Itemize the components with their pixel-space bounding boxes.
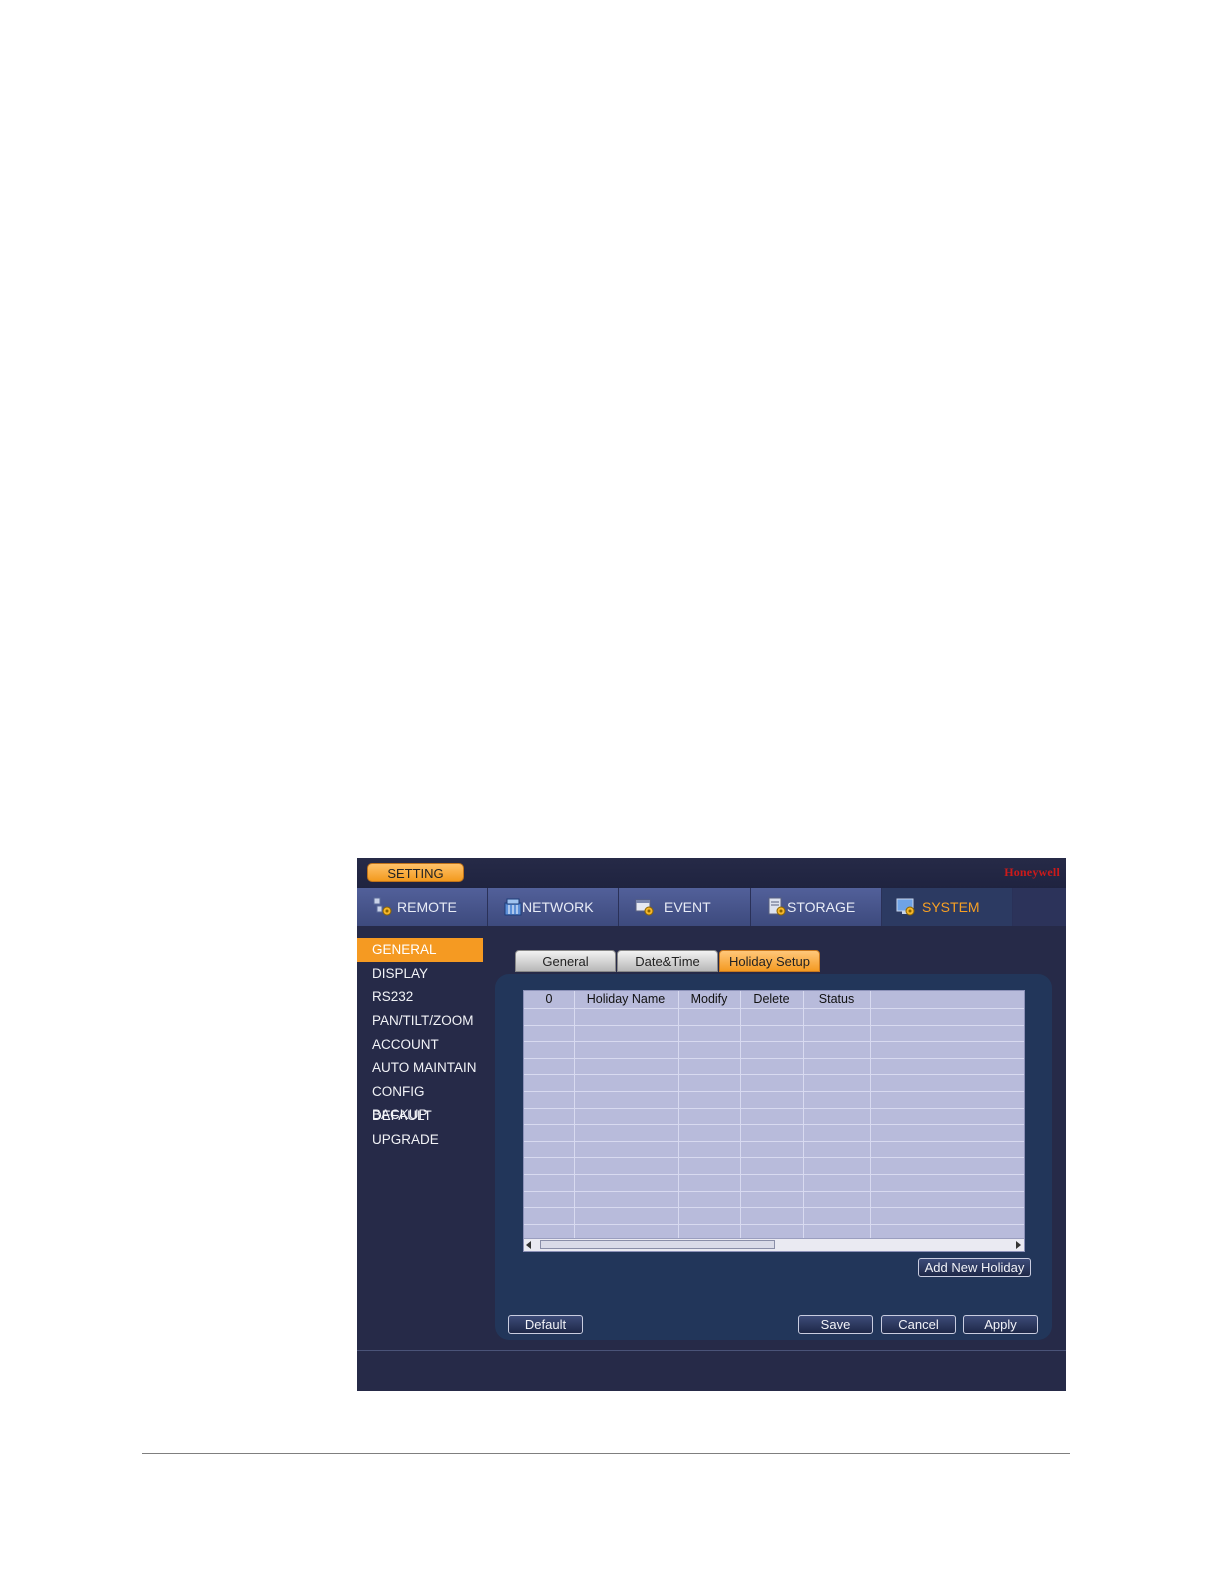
scroll-thumb[interactable] [540, 1240, 775, 1249]
row-divider [524, 1041, 1024, 1042]
sidebar-item-config-backup[interactable]: CONFIG BACKUP [357, 1080, 483, 1122]
save-button[interactable]: Save [798, 1315, 873, 1334]
main-nav: REMOTE NETWORK EVENT STORAGE SYSTEM [357, 888, 1066, 926]
page-footer-rule [142, 1453, 1070, 1454]
sidebar-item-pan-tilt-zoom[interactable]: PAN/TILT/ZOOM [357, 1009, 483, 1033]
holiday-setup-panel: 0 Holiday Name Modify Delete Status Add … [495, 974, 1052, 1340]
row-divider [524, 1025, 1024, 1026]
add-new-holiday-button[interactable]: Add New Holiday [918, 1258, 1031, 1277]
column-divider [574, 991, 575, 1238]
column-header-delete: Delete [753, 992, 790, 1006]
network-icon [504, 898, 522, 916]
nav-tab-event[interactable]: EVENT [619, 888, 751, 926]
row-divider [524, 1008, 1024, 1009]
setting-button[interactable]: SETTING [367, 863, 464, 882]
nav-tab-remote[interactable]: REMOTE [357, 888, 488, 926]
dvr-setting-window: SETTING Honeywell REMOTE NETWORK EVENT S… [357, 858, 1066, 1391]
row-divider [524, 1174, 1024, 1175]
title-bar: SETTING Honeywell [357, 858, 1066, 888]
sidebar-item-default[interactable]: DEFAULT [357, 1104, 483, 1128]
sidebar-item-auto-maintain[interactable]: AUTO MAINTAIN [357, 1056, 483, 1080]
column-divider [870, 991, 871, 1238]
tab-general[interactable]: General [515, 950, 616, 972]
brand-logo: Honeywell [1004, 865, 1060, 879]
remote-icon [373, 897, 392, 916]
default-button[interactable]: Default [508, 1315, 583, 1334]
sidebar-item-account[interactable]: ACCOUNT [357, 1033, 483, 1057]
scroll-right-arrow-icon[interactable] [1016, 1241, 1021, 1249]
nav-tab-label: SYSTEM [922, 899, 980, 915]
tab-date-time[interactable]: Date&Time [617, 950, 718, 972]
nav-tab-system[interactable]: SYSTEM [882, 888, 1013, 926]
row-divider [524, 1124, 1024, 1125]
nav-tab-network[interactable]: NETWORK [488, 888, 619, 926]
table-header: 0 Holiday Name Modify Delete Status [524, 991, 1024, 1008]
row-divider [524, 1224, 1024, 1225]
nav-tab-label: STORAGE [787, 899, 856, 915]
column-header-status: Status [818, 992, 855, 1006]
system-icon [896, 898, 915, 916]
nav-tab-label: NETWORK [522, 899, 594, 915]
column-divider [803, 991, 804, 1238]
apply-button[interactable]: Apply [963, 1315, 1038, 1334]
column-divider [678, 991, 679, 1238]
sidebar-item-display[interactable]: DISPLAY [357, 962, 483, 986]
row-divider [524, 1191, 1024, 1192]
row-divider [524, 1091, 1024, 1092]
status-divider [357, 1350, 1066, 1351]
horizontal-scrollbar[interactable] [524, 1238, 1024, 1251]
column-header-modify: Modify [690, 992, 728, 1006]
sidebar-item-upgrade[interactable]: UPGRADE [357, 1128, 483, 1152]
row-divider [524, 1157, 1024, 1158]
scroll-left-arrow-icon[interactable] [526, 1241, 531, 1249]
row-divider [524, 1074, 1024, 1075]
column-header-holiday-name: Holiday Name [586, 992, 666, 1006]
nav-tab-label: REMOTE [397, 899, 457, 915]
row-divider [524, 1058, 1024, 1059]
holiday-table: 0 Holiday Name Modify Delete Status [523, 990, 1025, 1252]
column-header-index: 0 [545, 992, 553, 1006]
sidebar: GENERAL DISPLAY RS232 PAN/TILT/ZOOM ACCO… [357, 938, 483, 1151]
cancel-button[interactable]: Cancel [881, 1315, 956, 1334]
tab-holiday-setup[interactable]: Holiday Setup [719, 950, 820, 972]
sidebar-item-general[interactable]: GENERAL [357, 938, 483, 962]
event-icon [635, 899, 654, 916]
sidebar-item-rs232[interactable]: RS232 [357, 985, 483, 1009]
storage-icon [768, 897, 786, 916]
nav-tab-storage[interactable]: STORAGE [751, 888, 882, 926]
column-divider [740, 991, 741, 1238]
nav-tab-label: EVENT [664, 899, 711, 915]
row-divider [524, 1207, 1024, 1208]
row-divider [524, 1141, 1024, 1142]
row-divider [524, 1108, 1024, 1109]
